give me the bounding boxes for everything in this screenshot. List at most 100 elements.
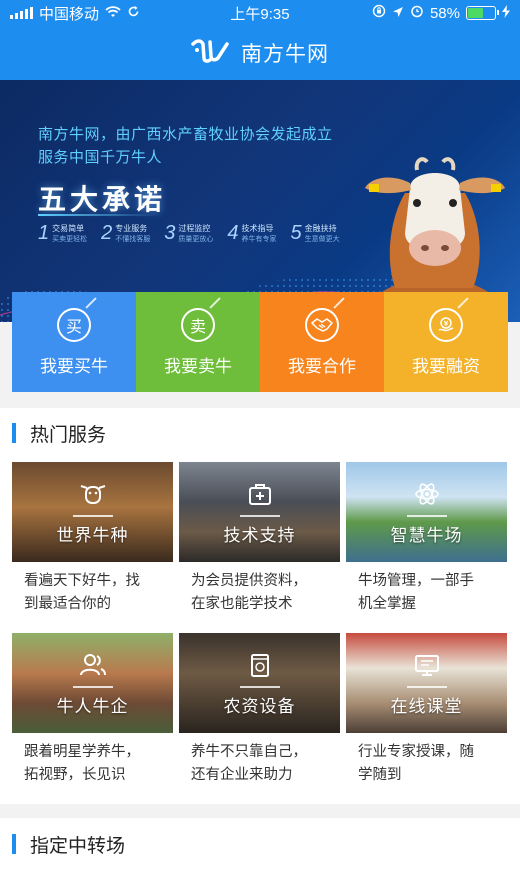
section-title: 热门服务 xyxy=(30,424,107,446)
service-image: 技术支持 xyxy=(179,462,340,562)
promise-item: 3 过程监控 质量更放心 xyxy=(164,222,214,244)
service-description: 牛场管理，一部手 机全掌握 xyxy=(346,562,507,616)
kit-icon xyxy=(245,479,275,509)
decor-stroke xyxy=(457,297,469,309)
service-card-farm-supplies[interactable]: 农资设备 养牛不只靠自己， 还有企业来助力 xyxy=(179,633,340,804)
service-description: 行业专家授课，随 学随到 xyxy=(346,733,507,787)
service-card-cattle-people[interactable]: 牛人牛企 跟着明星学养牛， 拓视野，长见识 xyxy=(12,633,173,804)
battery-percent: 58% xyxy=(429,4,460,22)
sell-cattle-button[interactable]: 卖 我要卖牛 xyxy=(136,292,260,392)
service-card-smart-farm[interactable]: 智慧牛场 牛场管理，一部手 机全掌握 xyxy=(346,462,507,633)
lock-rotation-icon xyxy=(372,4,386,22)
service-name: 世界牛种 xyxy=(56,525,129,545)
service-description: 养牛不只靠自己， 还有企业来助力 xyxy=(179,733,340,787)
decor-stroke xyxy=(333,297,345,309)
battery-icon xyxy=(466,6,499,20)
buy-cattle-button[interactable]: 买 我要买牛 xyxy=(12,292,136,392)
banner-line-1: 南方牛网，由广西水产畜牧业协会发起成立 xyxy=(38,126,333,143)
sync-icon xyxy=(127,5,140,22)
section-header: 热门服务 xyxy=(0,408,520,458)
desc-line: 学随到 xyxy=(358,767,402,783)
section-title: 指定中转场 xyxy=(30,835,126,857)
desc-line: 为会员提供资料， xyxy=(191,573,307,589)
banner-line-2: 服务中国千万牛人 xyxy=(38,149,163,166)
service-description: 跟着明星学养牛， 拓视野，长见识 xyxy=(12,733,173,787)
title-underline xyxy=(72,514,113,517)
logo-icon xyxy=(191,38,229,69)
desc-line: 牛场管理，一部手 xyxy=(358,573,474,589)
service-description: 看遍天下好牛，找 到最适合你的 xyxy=(12,562,173,616)
sell-icon: 卖 xyxy=(181,307,215,342)
service-name: 技术支持 xyxy=(223,525,296,545)
quick-actions: 买 我要买牛 卖 我要卖牛 我要合作 我要融资 xyxy=(12,292,508,392)
desc-line: 养牛不只靠自己， xyxy=(191,744,307,760)
desc-line: 还有企业来助力 xyxy=(191,767,293,783)
service-image: 智慧牛场 xyxy=(346,462,507,562)
desc-line: 机全掌握 xyxy=(358,596,416,612)
signal-icon xyxy=(10,7,33,19)
service-card-tech-support[interactable]: 技术支持 为会员提供资料， 在家也能学技术 xyxy=(179,462,340,633)
buy-cattle-label: 我要买牛 xyxy=(40,356,108,376)
financing-button[interactable]: 我要融资 xyxy=(384,292,508,392)
clock: 上午9:35 xyxy=(230,5,290,23)
service-name: 在线课堂 xyxy=(390,696,463,716)
hot-services-section: 热门服务 世界牛种 看遍天下好牛，找 到最适合你的 技术支持 为会员提供资料， … xyxy=(0,408,520,804)
service-name: 农资设备 xyxy=(223,696,296,716)
promise-item: 2 专业服务 不懂找客服 xyxy=(101,222,151,244)
alarm-icon xyxy=(410,4,424,22)
banner-headline: 五大承诺 xyxy=(38,184,167,215)
wifi-icon xyxy=(105,5,121,22)
cow-head-icon xyxy=(78,479,108,509)
atom-icon xyxy=(412,479,442,509)
desc-line: 跟着明星学养牛， xyxy=(24,744,140,760)
title-underline xyxy=(72,685,113,688)
title-underline xyxy=(406,685,447,688)
desc-line: 看遍天下好牛，找 xyxy=(24,573,140,589)
service-grid: 世界牛种 看遍天下好牛，找 到最适合你的 技术支持 为会员提供资料， 在家也能学… xyxy=(12,462,508,804)
service-card-online-class[interactable]: 在线课堂 行业专家授课，随 学随到 xyxy=(346,633,507,804)
title-underline xyxy=(239,685,280,688)
handshake-icon xyxy=(305,307,339,342)
section-accent xyxy=(12,834,16,854)
service-card-world-breeds[interactable]: 世界牛种 看遍天下好牛，找 到最适合你的 xyxy=(12,462,173,633)
buy-icon: 买 xyxy=(57,307,91,342)
cooperate-label: 我要合作 xyxy=(288,356,356,376)
section-header: 指定中转场 xyxy=(0,818,520,870)
finance-icon xyxy=(429,307,463,342)
decor-stroke xyxy=(209,297,221,309)
feed-bag-icon xyxy=(245,650,275,680)
service-description: 为会员提供资料， 在家也能学技术 xyxy=(179,562,340,616)
presentation-icon xyxy=(412,650,442,680)
desc-line: 到最适合你的 xyxy=(24,596,111,612)
sell-cattle-label: 我要卖牛 xyxy=(164,356,232,376)
desc-line: 行业专家授课，随 xyxy=(358,744,474,760)
promise-list: 1 交易简单 买卖更轻松 2 专业服务 不懂找客服 3 过程监控 质量更放心 4 技术指导 养牛… xyxy=(38,223,340,245)
promise-item: 1 交易简单 买卖更轻松 xyxy=(38,222,88,244)
title-underline xyxy=(406,514,447,517)
service-image: 农资设备 xyxy=(179,633,340,733)
promo-banner[interactable]: 南方牛网，由广西水产畜牧业协会发起成立 服务中国千万牛人 五大承诺 1 交易简单买… xyxy=(0,80,520,322)
decor-stroke xyxy=(85,297,97,309)
section-accent xyxy=(12,423,16,443)
desc-line: 拓视野，长见识 xyxy=(24,767,126,783)
page-title: 南方牛网 xyxy=(241,43,329,66)
promise-item: 4 技术指导 养牛有专家 xyxy=(227,222,277,244)
service-image: 在线课堂 xyxy=(346,633,507,733)
location-icon xyxy=(392,5,404,22)
service-image: 牛人牛企 xyxy=(12,633,173,733)
people-icon xyxy=(78,650,108,680)
service-image: 世界牛种 xyxy=(12,462,173,562)
cooperate-button[interactable]: 我要合作 xyxy=(260,292,384,392)
promise-item: 5 金融扶持 生意做更大 xyxy=(290,222,340,244)
charging-icon xyxy=(502,4,510,22)
status-bar: 中国移动 上午9:35 58% xyxy=(0,0,520,26)
banner-divider xyxy=(38,214,158,216)
app-header: 南方牛网 xyxy=(0,26,520,80)
service-name: 牛人牛企 xyxy=(56,696,129,716)
desc-line: 在家也能学技术 xyxy=(191,596,293,612)
transfer-station-section: 指定中转场 xyxy=(0,818,520,874)
financing-label: 我要融资 xyxy=(412,356,480,376)
title-underline xyxy=(239,514,280,517)
carrier-label: 中国移动 xyxy=(39,5,100,23)
service-name: 智慧牛场 xyxy=(390,525,463,545)
